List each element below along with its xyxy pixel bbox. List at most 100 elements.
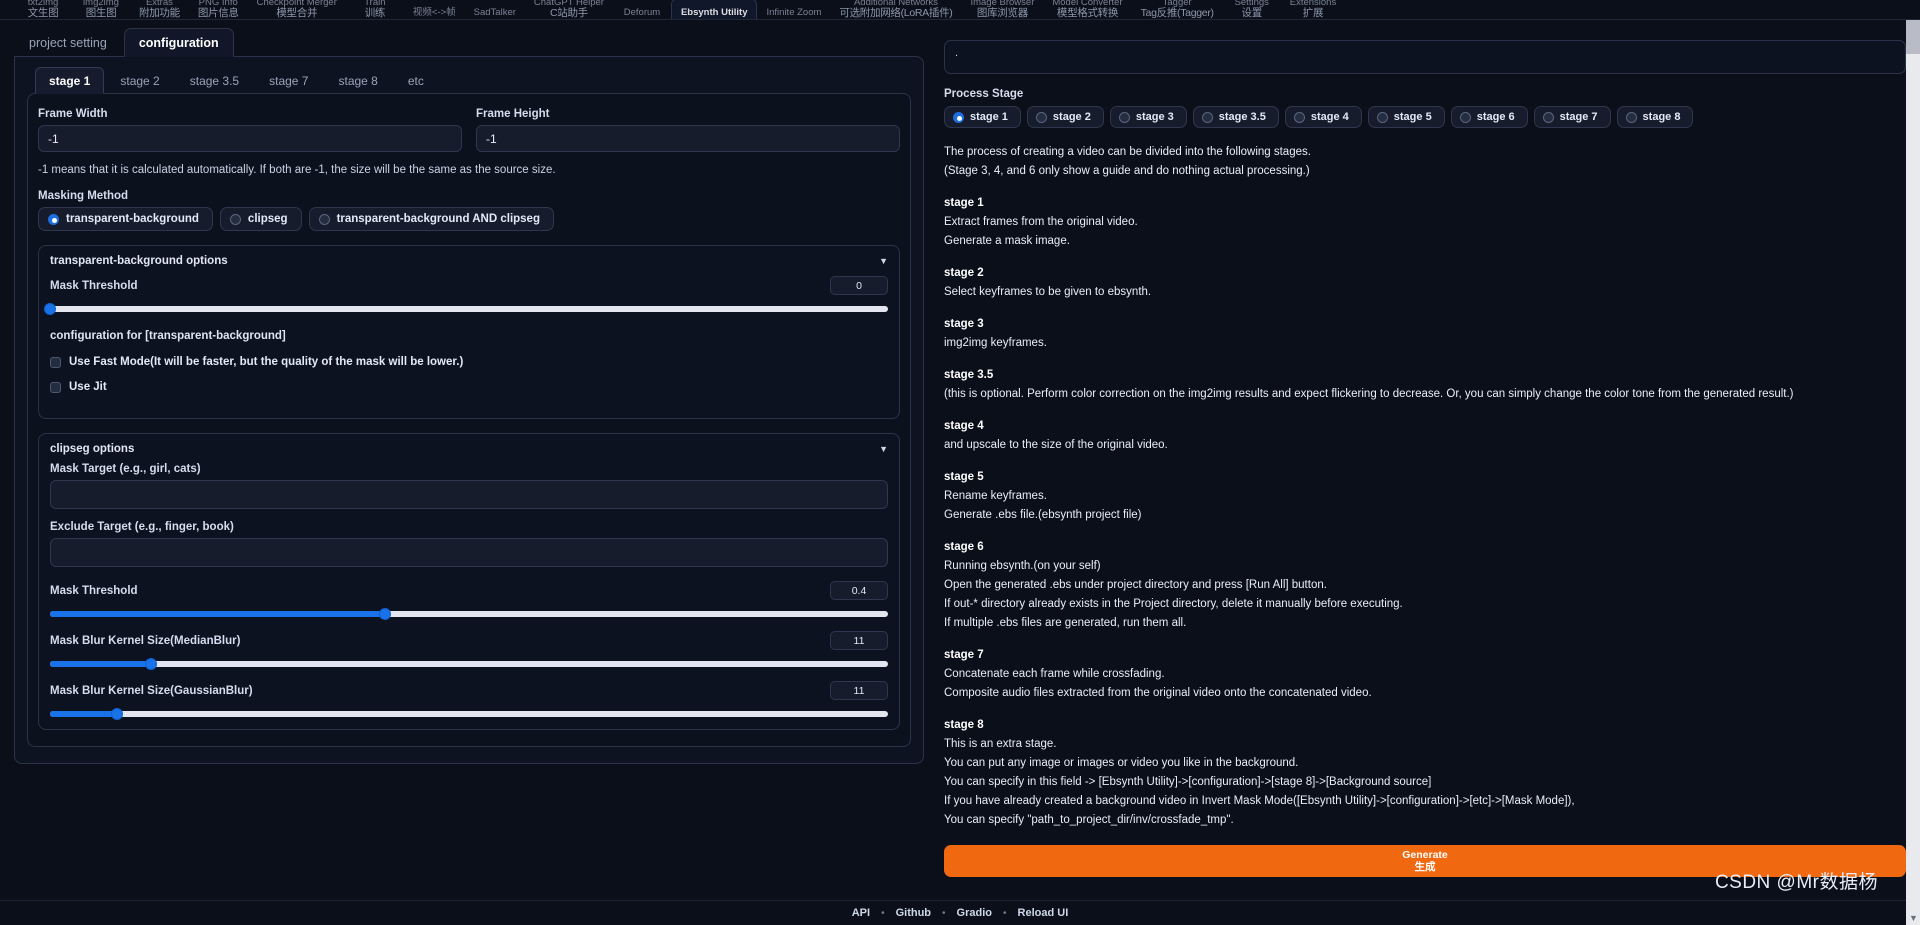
tab-project-setting[interactable]: project setting: [14, 28, 122, 57]
stage-tab-stage-7[interactable]: stage 7: [255, 67, 322, 94]
masking-option-transparent-background-and-clipseg[interactable]: transparent-background AND clipseg: [308, 207, 554, 231]
clipseg-mask-threshold-slider[interactable]: Mask Threshold 0.4: [50, 581, 888, 620]
doc-section-line: Running ebsynth.(on your self): [944, 560, 1101, 572]
app-tab-img2img[interactable]: img2img 图生图: [72, 0, 130, 19]
slider-knob[interactable]: [379, 608, 392, 620]
app-tab-extras[interactable]: Extras 附加功能: [130, 0, 189, 19]
stage-tab-stage-2[interactable]: stage 2: [106, 67, 173, 94]
process-stage-stage-5[interactable]: stage 5: [1367, 106, 1445, 128]
slider-knob[interactable]: [44, 303, 56, 315]
stage-tab-row[interactable]: stage 1 stage 2 stage 3.5 stage 7 stage 8 etc: [27, 67, 911, 94]
stage-tab-etc[interactable]: etc: [394, 67, 438, 94]
checkbox-row-0[interactable]: Use Fast Mode(It will be faster, but the…: [50, 356, 888, 368]
process-stage-stage-3-5[interactable]: stage 3.5: [1192, 106, 1279, 128]
process-stage-radio-group[interactable]: stage 1 stage 2 stage 3 stage 3.5 stage 4 sta…: [944, 106, 1906, 128]
app-tab-additional-networks[interactable]: Additional Networks 可选附加网络(LoRA插件): [830, 0, 961, 19]
generate-button-label-en: Generate: [1402, 849, 1448, 861]
app-tab-label-en: Settings: [1234, 0, 1269, 8]
page-scrollbar[interactable]: ▼: [1906, 20, 1920, 925]
right-column: . Process Stage stage 1 stage 2 stage 3 sta…: [944, 28, 1906, 900]
mask-target-input[interactable]: [50, 480, 888, 509]
process-stage-stage-8[interactable]: stage 8: [1616, 106, 1694, 128]
transparent-background-options-accordion[interactable]: transparent-background options ▼ Mask Th…: [38, 245, 900, 419]
slider-knob[interactable]: [144, 658, 157, 670]
tb-config-title: configuration for [transparent-backgroun…: [50, 330, 286, 342]
footer-link-gradio[interactable]: Gradio: [957, 907, 992, 919]
process-stage-stage-3[interactable]: stage 3: [1109, 106, 1187, 128]
app-tab-txt2img[interactable]: txt2img 文生图: [14, 0, 72, 19]
app-tab-label-cn: 图库浏览器: [976, 7, 1028, 19]
app-tab-image-browser[interactable]: Image Browser 图库浏览器: [961, 0, 1043, 19]
tab-configuration[interactable]: configuration: [123, 28, 234, 57]
median-blur-value[interactable]: 11: [830, 631, 888, 650]
chevron-down-icon[interactable]: ▼: [879, 444, 888, 454]
frame-width-input[interactable]: [38, 125, 462, 152]
masking-option-transparent-background[interactable]: transparent-background: [38, 207, 213, 231]
gaussian-blur-track[interactable]: [50, 708, 888, 720]
footer-link-github[interactable]: Github: [896, 907, 931, 919]
process-stage-stage-6[interactable]: stage 6: [1450, 106, 1528, 128]
stage-tab-stage-1[interactable]: stage 1: [35, 67, 105, 94]
doc-section-heading: stage 3.5: [944, 369, 994, 381]
tb-mask-threshold-value[interactable]: 0: [830, 276, 888, 295]
checkbox-icon[interactable]: [50, 356, 61, 368]
clipseg-mask-threshold-track[interactable]: [50, 608, 888, 620]
median-blur-slider[interactable]: Mask Blur Kernel Size(MedianBlur) 11: [50, 631, 888, 670]
frame-height-input[interactable]: [476, 125, 900, 152]
app-tab-settings[interactable]: Settings 设置: [1223, 0, 1281, 19]
checkbox-icon[interactable]: [50, 381, 61, 393]
stage-tab-stage-8[interactable]: stage 8: [324, 67, 391, 94]
app-tab-label-en: Extensions: [1289, 0, 1337, 8]
chevron-down-icon[interactable]: ▼: [1909, 913, 1918, 923]
tb-mask-threshold-slider[interactable]: Mask Threshold 0: [44, 276, 888, 315]
process-stage-stage-2[interactable]: stage 2: [1026, 106, 1104, 128]
mask-target-label: Mask Target (e.g., girl, cats): [50, 463, 201, 475]
footer-link-reload-ui[interactable]: Reload UI: [1018, 907, 1069, 919]
doc-section-line: Select keyframes to be given to ebsynth.: [944, 286, 1152, 298]
app-tab-deforum[interactable]: Deforum: [613, 0, 671, 19]
frame-width-field: Frame Width: [38, 108, 462, 152]
app-tab-ebsynth-utility[interactable]: Ebsynth Utility: [670, 0, 758, 19]
app-tab-png-info[interactable]: PNG Info 图片信息: [189, 0, 248, 19]
tb-mask-threshold-track[interactable]: [44, 303, 888, 315]
exclude-target-input[interactable]: [50, 538, 888, 567]
radio-icon: [1201, 111, 1213, 123]
median-blur-track[interactable]: [50, 658, 888, 670]
clipseg-accordion-header[interactable]: clipseg options ▼: [50, 443, 888, 455]
frame-height-label: Frame Height: [476, 108, 550, 120]
doc-section-line: If you have already created a background…: [944, 795, 1575, 807]
process-stage-label-text: stage 6: [1476, 111, 1515, 123]
chevron-down-icon[interactable]: ▼: [879, 256, 888, 266]
tb-checkbox-group[interactable]: Use Fast Mode(It will be faster, but the…: [50, 356, 888, 393]
app-tab-model-converter[interactable]: Model Converter 模型格式转换: [1043, 0, 1131, 19]
scrollbar-thumb[interactable]: [1906, 20, 1920, 54]
process-stage-stage-7[interactable]: stage 7: [1533, 106, 1611, 128]
slider-knob[interactable]: [111, 708, 124, 720]
app-tab-train[interactable]: Train 训练: [346, 0, 404, 19]
checkbox-row-1[interactable]: Use Jit: [50, 381, 888, 393]
footer-link-api[interactable]: API: [852, 907, 870, 919]
slider-fill: [50, 611, 386, 617]
mask-target-field: Mask Target (e.g., girl, cats): [50, 463, 888, 509]
process-stage-stage-1[interactable]: stage 1: [944, 106, 1021, 128]
clipseg-options-accordion[interactable]: clipseg options ▼ Mask Target (e.g., gir…: [38, 433, 900, 730]
settings-tab-row[interactable]: project setting configuration: [14, 28, 924, 57]
app-tab--[interactable]: 视频<->帧: [404, 0, 465, 19]
tb-accordion-header[interactable]: transparent-background options ▼: [50, 255, 888, 267]
stage-tab-stage-3.5[interactable]: stage 3.5: [176, 67, 253, 94]
app-tab-sadtalker[interactable]: SadTalker: [465, 0, 525, 19]
process-stage-stage-4[interactable]: stage 4: [1284, 106, 1362, 128]
radio-icon: [48, 213, 59, 225]
clipseg-mask-threshold-value[interactable]: 0.4: [830, 581, 888, 600]
gaussian-blur-slider[interactable]: Mask Blur Kernel Size(GaussianBlur) 11: [50, 681, 888, 720]
app-tab-infinite-zoom[interactable]: Infinite Zoom: [757, 0, 830, 19]
app-tab-extensions[interactable]: Extensions 扩展: [1281, 0, 1345, 19]
masking-method-radio-group[interactable]: transparent-background clipseg transparent…: [38, 207, 900, 231]
gaussian-blur-value[interactable]: 11: [830, 681, 888, 700]
app-tab-checkpoint-merger[interactable]: Checkpoint Merger 模型合并: [248, 0, 346, 19]
app-tab-label-en: txt2img: [27, 0, 59, 8]
app-tab-chatgpt-helper[interactable]: ChatGPT Helper C站助手: [525, 0, 613, 19]
masking-option-clipseg[interactable]: clipseg: [219, 207, 302, 231]
app-tab-tagger[interactable]: Tagger Tag反推(Tagger): [1132, 0, 1223, 19]
app-tab-bar[interactable]: txt2img 文生图 img2img 图生图 Extras 附加功能 PNG Info 图片…: [0, 0, 1920, 20]
